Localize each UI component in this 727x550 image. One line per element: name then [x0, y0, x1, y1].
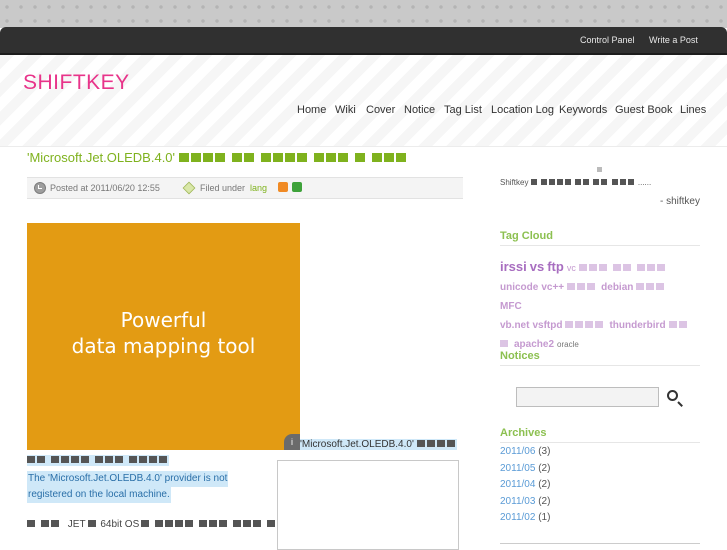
nav-item-notice[interactable]: Notice: [404, 104, 435, 116]
jet-line: JET 64bit OS: [27, 519, 277, 530]
archive-item[interactable]: 2011/06 (3): [500, 444, 550, 461]
nav-item-wiki[interactable]: Wiki: [335, 104, 356, 116]
archive-count: (2): [538, 495, 551, 507]
top-pattern-band: [0, 0, 727, 28]
post-meta: Posted at 2011/06/20 12:55 Filed under l…: [27, 177, 463, 199]
tag-vcpp[interactable]: vc++: [541, 282, 564, 293]
sidebar-divider: [500, 543, 700, 544]
post-title[interactable]: 'Microsoft.Jet.OLEDB.4.0': [27, 150, 408, 165]
tag-thunderbird[interactable]: thunderbird: [609, 320, 665, 331]
nav-item-guest-book[interactable]: Guest Book: [615, 104, 672, 116]
archive-month[interactable]: 2011/02: [500, 512, 535, 523]
tag-cloud-title: Tag Cloud: [500, 230, 700, 246]
site-header: SHIFTKEY Home Wiki Cover Notice Tag List…: [0, 55, 727, 147]
archive-item[interactable]: 2011/03 (2): [500, 494, 550, 511]
nav-item-location-log[interactable]: Location Log: [491, 104, 554, 116]
nav-item-cover[interactable]: Cover: [366, 104, 395, 116]
korean-line: [27, 455, 169, 466]
archive-item[interactable]: 2011/05 (2): [500, 461, 550, 478]
tag-vc[interactable]: vc: [567, 263, 576, 273]
rss-icon[interactable]: [278, 182, 288, 192]
about-name: Shiftkey: [500, 178, 529, 187]
tag-vsftpd[interactable]: vsftpd: [532, 320, 562, 331]
error-message-line-1: The 'Microsoft.Jet.OLEDB.4.0' provider i…: [27, 471, 229, 487]
archive-count: (2): [538, 479, 551, 490]
search-icon[interactable]: [667, 390, 678, 401]
archive-month[interactable]: 2011/05: [500, 463, 535, 474]
archives-list: 2011/06 (3) 2011/05 (2) 2011/04 (2) 2011…: [500, 444, 550, 527]
tag-vbnet[interactable]: vb.net: [500, 320, 529, 331]
about-text: Shiftkey ......: [500, 178, 652, 187]
tag-apache2[interactable]: apache2: [514, 339, 554, 350]
control-panel-link[interactable]: Control Panel: [580, 35, 635, 45]
archive-month[interactable]: 2011/03: [500, 496, 535, 507]
tag-ftp[interactable]: ftp: [547, 259, 564, 274]
caption-text: 'Microsoft.Jet.OLEDB.4.0': [300, 439, 414, 450]
tag-cloud: irssi vs ftp vc unicode vc++ debian MFC vb.net…: [500, 258, 695, 353]
tag-oracle[interactable]: oracle: [557, 340, 579, 349]
nav-item-keywords[interactable]: Keywords: [559, 104, 607, 116]
tag-unicode[interactable]: unicode: [500, 282, 538, 293]
nav-item-tag-list[interactable]: Tag List: [444, 104, 482, 116]
archive-count: (1): [538, 512, 551, 523]
nav-item-lines[interactable]: Lines: [680, 104, 706, 116]
related-box: [277, 460, 459, 550]
tag-mfc[interactable]: MFC: [500, 301, 522, 312]
ad-line-1: Powerful: [120, 308, 207, 332]
search-input[interactable]: [516, 387, 659, 407]
os-text: 64bit OS: [100, 519, 140, 530]
tag-vs[interactable]: vs: [530, 259, 544, 274]
advertisement-banner[interactable]: Powerful data mapping tool: [27, 223, 300, 450]
archive-month[interactable]: 2011/04: [500, 479, 535, 490]
category-icon: [182, 181, 196, 195]
nav-item-home[interactable]: Home: [297, 104, 326, 116]
ad-text: Powerful data mapping tool: [27, 307, 300, 359]
archive-item[interactable]: 2011/02 (1): [500, 510, 550, 527]
notices-title: Notices: [500, 350, 700, 366]
jet-text: JET: [67, 519, 86, 530]
post-title-text: 'Microsoft.Jet.OLEDB.4.0': [27, 150, 176, 165]
clock-icon: [34, 182, 46, 194]
highlighted-caption: 'Microsoft.Jet.OLEDB.4.0': [300, 439, 457, 450]
archive-count: (2): [538, 462, 551, 474]
sidebar-dot: [597, 167, 602, 172]
site-logo[interactable]: SHIFTKEY: [23, 71, 130, 95]
admin-bar: Control Panel Write a Post: [0, 27, 727, 55]
posted-at: Posted at 2011/06/20 12:55: [50, 183, 160, 193]
archives-title: Archives: [500, 427, 700, 443]
category-link[interactable]: lang: [250, 183, 267, 193]
error-message-line-2: registered on the local machine.: [27, 487, 171, 503]
archive-count: (3): [538, 446, 551, 457]
tag-debian[interactable]: debian: [601, 282, 633, 293]
write-post-link[interactable]: Write a Post: [649, 35, 698, 45]
ad-line-2: data mapping tool: [71, 334, 256, 358]
archive-item[interactable]: 2011/04 (2): [500, 477, 550, 494]
about-signature: - shiftkey: [659, 196, 700, 207]
ad-info-icon[interactable]: i: [284, 434, 300, 450]
filed-under-label: Filed under: [200, 183, 246, 193]
archive-month[interactable]: 2011/06: [500, 446, 535, 457]
share-icon[interactable]: [292, 182, 302, 192]
tag-irssi[interactable]: irssi: [500, 259, 527, 274]
